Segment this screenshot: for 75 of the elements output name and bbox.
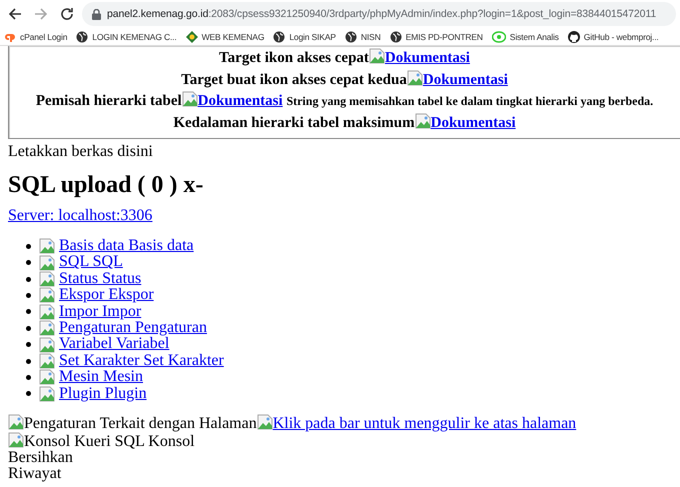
broken-image-icon <box>406 70 423 86</box>
menu-link[interactable]: Mesin Mesin <box>59 369 143 386</box>
lock-icon <box>92 8 101 20</box>
bookmark-link[interactable]: NISN <box>360 32 381 42</box>
documentation-link[interactable]: Dokumentasi <box>430 114 516 130</box>
bullet-icon <box>26 244 31 249</box>
menu-link[interactable]: Plugin Plugin <box>59 386 147 402</box>
documentation-link[interactable]: Dokumentasi <box>198 93 283 109</box>
broken-image-icon <box>8 414 24 430</box>
github-logo-icon <box>568 30 580 42</box>
broken-image-icon <box>39 336 55 353</box>
setting-description: String yang memisahkan tabel ke dalam tingkat hierarki yang berbeda. <box>286 94 654 108</box>
reload-icon <box>60 7 74 21</box>
documentation-link[interactable]: Dokumentasi <box>384 50 470 66</box>
emblem-icon <box>186 30 198 42</box>
setting-label: Target buat ikon akses cepat kedua <box>181 72 407 88</box>
broken-image-icon <box>39 386 55 402</box>
page-heading: SQL upload ( 0 ) x- <box>8 171 204 199</box>
drop-zone-text: Letakkan berkas disini <box>8 143 154 161</box>
menu-link[interactable]: Status Status <box>59 270 142 288</box>
broken-image-icon <box>39 238 55 254</box>
broken-image-icon <box>182 91 198 107</box>
globe-icon <box>390 30 402 42</box>
forward-arrow-icon <box>34 7 48 21</box>
broken-image-icon <box>414 112 431 128</box>
broken-image-icon <box>39 287 55 304</box>
menu-link[interactable]: Ekspor Ekspor <box>59 287 154 304</box>
menu-link[interactable]: Set Karakter Set Karakter <box>59 352 224 370</box>
bullet-icon <box>26 309 31 314</box>
globe-icon <box>76 30 88 42</box>
menu-link[interactable]: Pengaturan Pengaturan <box>59 320 207 336</box>
broken-image-icon <box>39 320 55 336</box>
menu-link[interactable]: SQL SQL <box>59 254 123 271</box>
bookmark-link[interactable]: Sistem Analis <box>510 32 559 42</box>
setting-label: Target ikon akses cepat <box>219 50 369 66</box>
globe-icon <box>344 30 357 42</box>
server-link[interactable]: Server: localhost:3306 <box>8 207 152 224</box>
cpanel-logo-icon <box>4 32 16 42</box>
globe-icon <box>273 30 286 42</box>
address-bar[interactable]: panel2.kemenag.go.id:2083/cpsess9321250940/3rdparty/phpMyAdmin/index.php?login=1&post_login=83844015472011 <box>82 2 676 26</box>
bookmark-link[interactable]: cPanel Login <box>20 32 68 42</box>
bullet-icon <box>26 292 31 298</box>
scroll-top-link[interactable]: Klik pada bar untuk menggulir ke atas halaman <box>272 415 576 432</box>
sa-logo-icon <box>492 30 506 42</box>
broken-image-icon <box>39 304 55 320</box>
broken-image-icon <box>368 48 385 64</box>
bullet-icon <box>26 374 31 380</box>
setting-label: Pemisah hierarki tabel <box>36 93 182 109</box>
console-action[interactable]: Riwayat <box>8 465 62 482</box>
broken-image-icon <box>39 271 55 288</box>
menu-link[interactable]: Impor Impor <box>59 304 142 320</box>
bullet-icon <box>26 260 31 266</box>
bookmark-link[interactable]: Login SIKAP <box>289 32 336 42</box>
broken-image-icon <box>39 254 55 271</box>
page-settings-label: Pengaturan Terkait dengan Halaman <box>24 415 257 432</box>
menu-link[interactable]: Basis data Basis data <box>59 238 194 254</box>
bullet-icon <box>26 276 31 282</box>
setting-label: Kedalaman hierarki tabel maksimum <box>173 114 415 130</box>
broken-image-icon <box>39 353 55 370</box>
bookmark-link[interactable]: GitHub - webmproj... <box>584 32 659 42</box>
bookmark-link[interactable]: EMIS PD-PONTREN <box>406 32 483 42</box>
broken-image-icon <box>39 369 55 386</box>
bullet-icon <box>26 391 31 396</box>
menu-link[interactable]: Variabel Variabel <box>59 336 170 353</box>
documentation-link[interactable]: Dokumentasi <box>422 72 508 88</box>
bullet-icon <box>26 342 31 348</box>
broken-image-icon <box>8 432 24 448</box>
bookmark-link[interactable]: WEB KEMENAG <box>202 32 264 42</box>
broken-image-icon <box>256 414 273 430</box>
bullet-icon <box>26 326 31 331</box>
bullet-icon <box>26 358 31 364</box>
console-action[interactable]: Bersihkan <box>8 449 73 466</box>
back-arrow-icon <box>8 7 22 21</box>
bookmark-link[interactable]: LOGIN KEMENAG C... <box>92 32 177 42</box>
console-label: Konsol Kueri SQL Konsol <box>24 433 195 450</box>
